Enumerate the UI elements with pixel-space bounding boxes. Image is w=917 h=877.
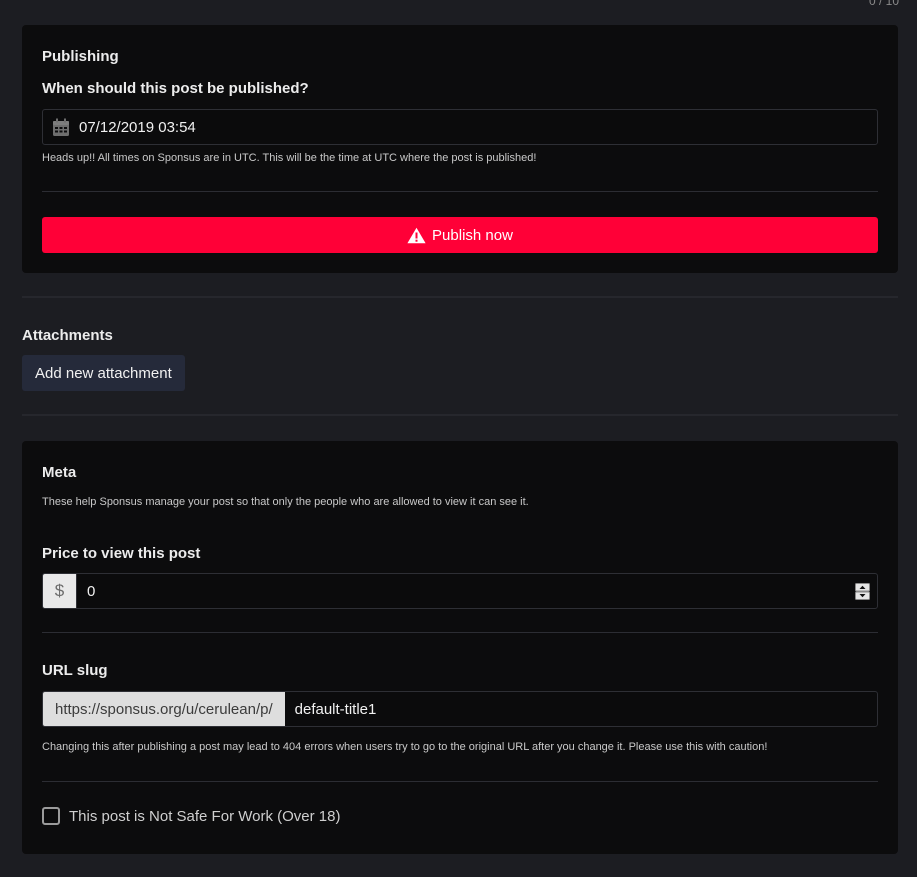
- publish-now-button[interactable]: Publish now: [42, 217, 878, 253]
- publishing-card: Publishing When should this post be publ…: [22, 25, 898, 273]
- publish-time-label: When should this post be published?: [42, 80, 309, 97]
- section-divider: [22, 414, 898, 416]
- publish-datetime-value: 07/12/2019 03:54: [79, 118, 196, 136]
- slug-label: URL slug: [42, 662, 108, 679]
- meta-help-text: These help Sponsus manage your post so t…: [42, 496, 529, 508]
- calendar-icon: [43, 118, 79, 137]
- character-counter: 0 / 10: [868, 0, 899, 8]
- meta-card: Meta These help Sponsus manage your post…: [22, 441, 898, 854]
- slug-input[interactable]: default-title1: [285, 701, 877, 718]
- attachments-title: Attachments: [22, 327, 113, 344]
- add-attachment-button[interactable]: Add new attachment: [22, 355, 185, 391]
- price-divider: [42, 632, 878, 633]
- slug-divider: [42, 781, 878, 782]
- slug-help-text: Changing this after publishing a post ma…: [42, 741, 768, 753]
- publishing-divider: [42, 191, 878, 192]
- meta-title: Meta: [42, 464, 77, 481]
- publish-now-label: Publish now: [432, 226, 513, 244]
- nsfw-checkbox[interactable]: [42, 807, 60, 825]
- utc-help-text: Heads up!! All times on Sponsus are in U…: [42, 152, 537, 164]
- publish-datetime-input[interactable]: 07/12/2019 03:54: [42, 109, 878, 145]
- price-input-group: $ 0: [42, 573, 878, 609]
- price-input[interactable]: 0: [77, 583, 847, 600]
- currency-addon: $: [43, 574, 77, 608]
- nsfw-label[interactable]: This post is Not Safe For Work (Over 18): [69, 808, 340, 825]
- slug-prefix-addon: https://sponsus.org/u/cerulean/p/: [43, 692, 285, 726]
- warning-icon: [407, 227, 426, 243]
- nsfw-row[interactable]: This post is Not Safe For Work (Over 18): [42, 807, 340, 825]
- price-label: Price to view this post: [42, 545, 201, 562]
- section-divider: [22, 296, 898, 298]
- publishing-title: Publishing: [42, 48, 119, 65]
- spinner-arrows-icon[interactable]: [847, 582, 877, 600]
- slug-input-group: https://sponsus.org/u/cerulean/p/ defaul…: [42, 691, 878, 727]
